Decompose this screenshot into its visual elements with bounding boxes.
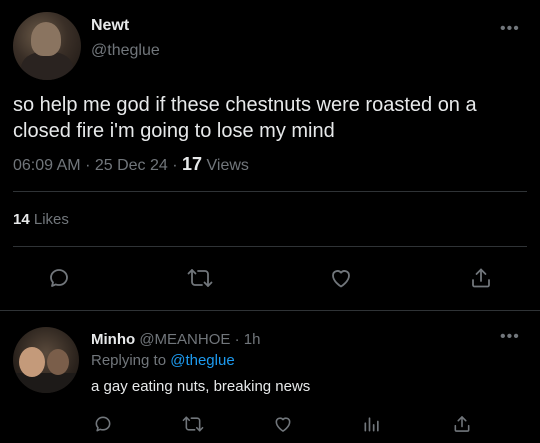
tweet-text: so help me god if these chestnuts were r…: [13, 94, 477, 142]
author-display-name[interactable]: Newt: [91, 17, 129, 35]
reply-header: Minho @MEANHOE · 1h: [91, 331, 260, 348]
retweet-button[interactable]: [186, 264, 214, 292]
likes-count: 14: [13, 211, 30, 228]
more-options-icon[interactable]: •••: [500, 329, 520, 345]
main-tweet: Newt @theglue ••• so help me god if thes…: [0, 0, 540, 310]
avatar-body: [21, 52, 73, 80]
reply-handle[interactable]: @MEANHOE: [139, 331, 230, 348]
share-button[interactable]: [451, 413, 473, 435]
like-button[interactable]: [327, 264, 355, 292]
retweet-icon: [182, 416, 204, 432]
retweet-button[interactable]: [182, 413, 204, 435]
likes-label: Likes: [33, 211, 69, 228]
reply-tweet[interactable]: Minho @MEANHOE · 1h ••• Replying to @the…: [0, 311, 540, 443]
like-icon: [332, 270, 350, 288]
reply-button[interactable]: [45, 264, 73, 292]
tweet-date[interactable]: 25 Dec 24: [95, 157, 168, 174]
reply-time[interactable]: 1h: [244, 331, 261, 348]
reply-text: a gay eating nuts, breaking news: [91, 378, 311, 395]
tweet-time[interactable]: 06:09 AM: [13, 157, 81, 174]
analytics-icon: [364, 417, 379, 432]
avatar-face-2: [47, 349, 69, 375]
tweet-meta: 06:09 AM · 25 Dec 24 · 17 Views: [13, 154, 249, 175]
avatar-shirt: [13, 373, 79, 393]
analytics-button[interactable]: [361, 413, 383, 435]
retweet-icon: [187, 269, 213, 287]
like-button[interactable]: [272, 413, 294, 435]
divider: [13, 246, 527, 247]
avatar-face: [19, 347, 45, 377]
reply-display-name[interactable]: Minho: [91, 331, 135, 348]
reply-icon: [50, 269, 68, 287]
likes-stat[interactable]: 14 Likes: [13, 211, 69, 228]
share-icon: [472, 268, 490, 288]
views-count: 17: [182, 154, 203, 174]
more-options-icon[interactable]: •••: [500, 21, 520, 37]
like-icon: [275, 417, 291, 432]
views-label: Views: [206, 157, 249, 174]
share-button[interactable]: [467, 264, 495, 292]
reply-button[interactable]: [92, 413, 114, 435]
meta-separator: ·: [85, 157, 95, 174]
share-icon: [454, 416, 470, 432]
author-handle[interactable]: @theglue: [91, 42, 160, 60]
avatar[interactable]: [13, 12, 81, 80]
reply-avatar[interactable]: [13, 327, 79, 393]
avatar-face: [31, 22, 61, 56]
replying-mention[interactable]: @theglue: [170, 352, 234, 369]
replying-to: Replying to @theglue: [91, 352, 235, 369]
meta-separator: ·: [234, 331, 244, 348]
divider: [13, 191, 527, 192]
reply-icon: [95, 416, 111, 432]
meta-separator: ·: [172, 157, 183, 174]
replying-prefix: Replying to: [91, 352, 167, 369]
